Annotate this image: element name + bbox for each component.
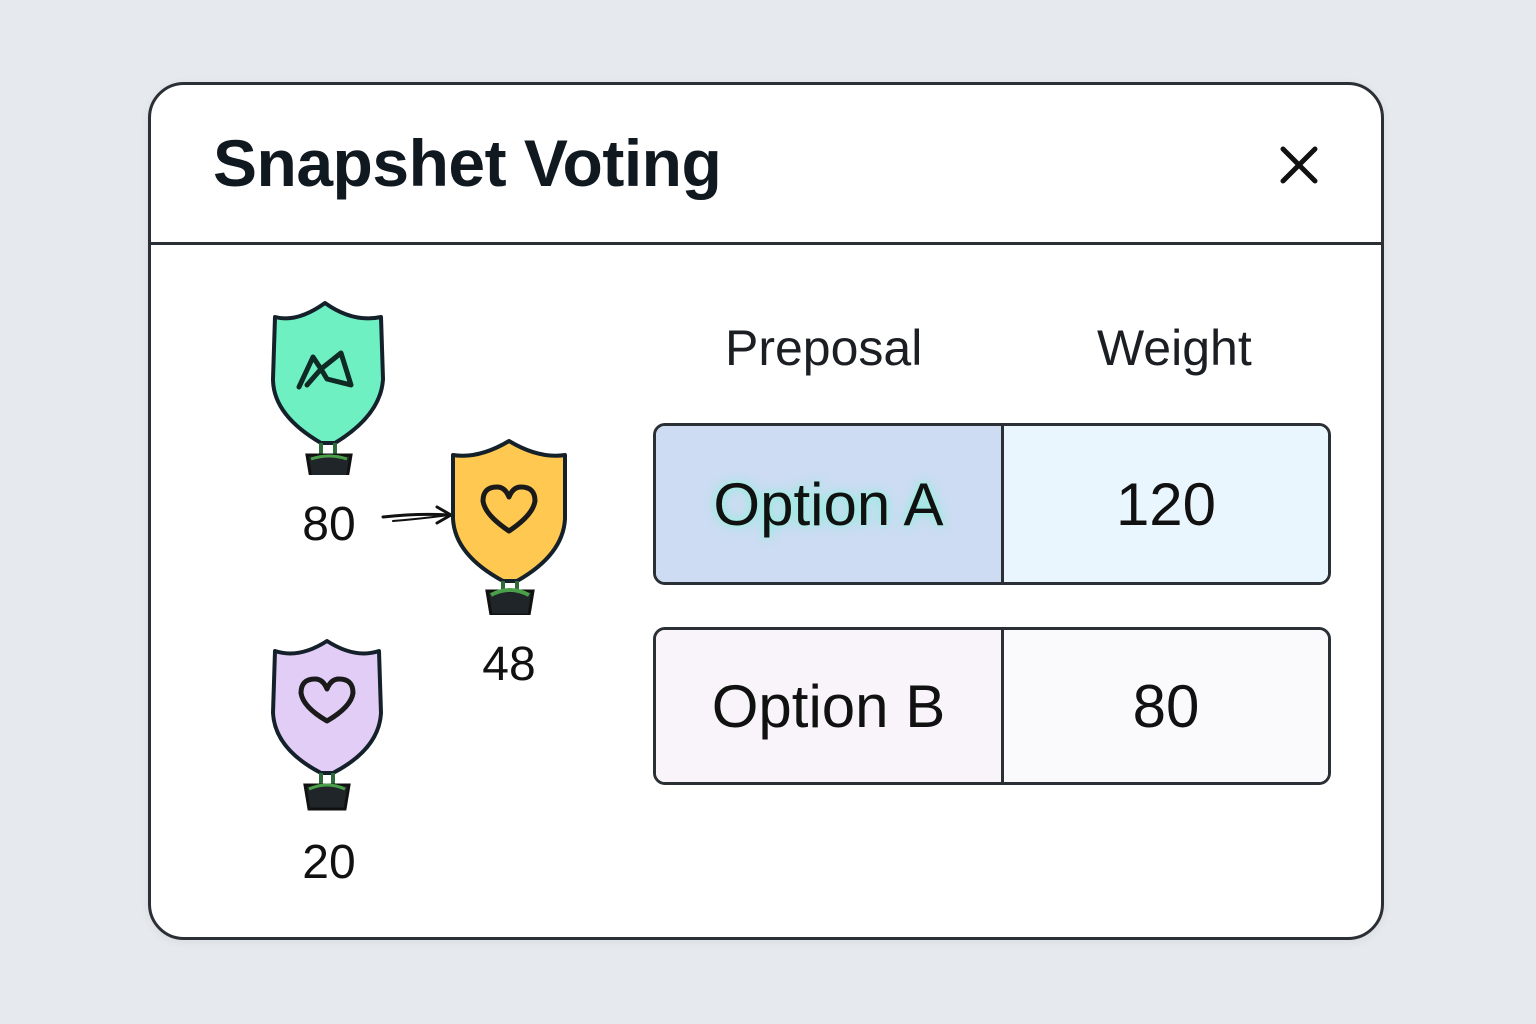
voter-weight: 20: [302, 836, 356, 889]
dialog-header: Snapshet Voting: [151, 85, 1381, 245]
voter-token-green: [263, 295, 393, 485]
proposal-weight-value: 80: [1132, 672, 1200, 740]
dialog-title: Snapshet Voting: [213, 126, 722, 200]
shield-plant-icon: [451, 439, 567, 617]
shield-plant-icon: [271, 301, 385, 481]
proposal-option-label: Option B: [711, 672, 946, 740]
proposal-option-cell: Option B: [656, 630, 1004, 782]
close-button[interactable]: [1261, 127, 1337, 203]
proposal-weight-cell: 80: [1004, 630, 1328, 782]
proposal-row-option-b[interactable]: Option B 80: [653, 627, 1331, 785]
voter-weight: 80: [302, 498, 356, 551]
shield-plant-icon: [271, 639, 383, 811]
voter-list: 80 48 20: [151, 245, 631, 935]
proposal-weight-cell: 120: [1004, 426, 1328, 582]
voter-token-yellow: [445, 435, 575, 625]
column-header-proposal: Preposal: [725, 320, 923, 376]
close-icon: [1280, 146, 1318, 184]
proposal-option-cell: Option A: [656, 426, 1004, 582]
proposal-option-label: Option A: [713, 470, 944, 538]
voting-dialog: Snapshet Voting 80 48 20 Preposal Weight…: [148, 82, 1384, 940]
proposal-row-option-a[interactable]: Option A 120: [653, 423, 1331, 585]
voter-token-purple: [263, 637, 393, 827]
proposal-weight-value: 120: [1115, 470, 1217, 538]
column-header-weight: Weight: [1097, 320, 1252, 376]
voter-weight: 48: [482, 638, 536, 691]
